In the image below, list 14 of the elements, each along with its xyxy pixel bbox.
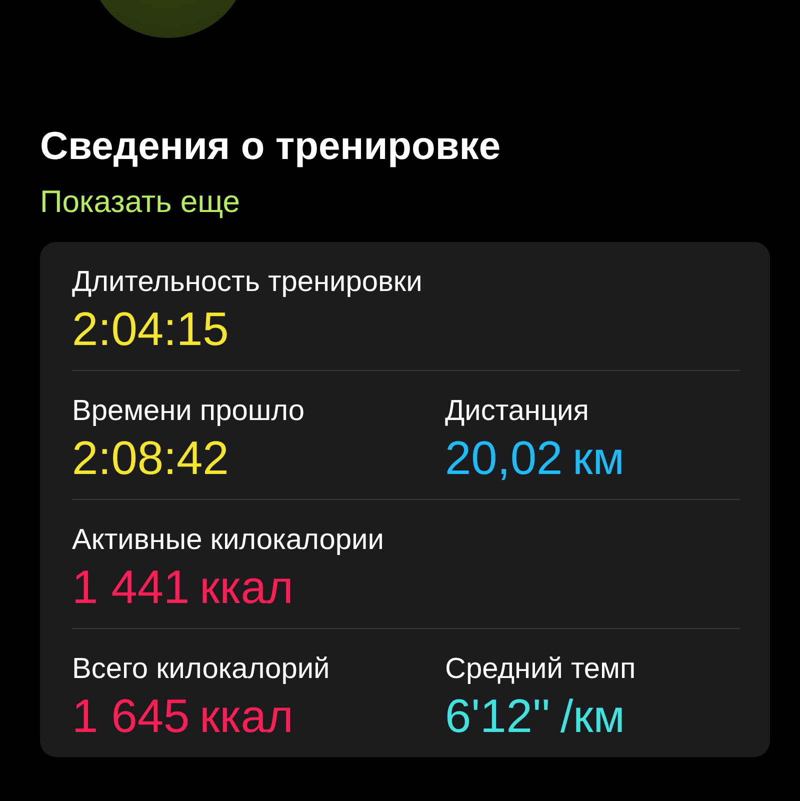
metric-value: 1 645 ккал bbox=[72, 688, 294, 744]
metric-value: 6'12'' /км bbox=[445, 688, 626, 744]
metric-value: 2:08:42 bbox=[72, 430, 230, 486]
metric-label: Средний темп bbox=[445, 652, 637, 687]
metric-value: 1 441 ккал bbox=[72, 559, 294, 615]
metric-value: 20,02 км bbox=[445, 430, 626, 486]
section-title: Сведения о тренировке bbox=[40, 124, 502, 170]
metric-label: Времени прошло bbox=[72, 394, 306, 429]
metric-label: Всего килокалорий bbox=[72, 652, 331, 687]
show-more-link[interactable]: Показать еще bbox=[40, 182, 240, 222]
metric-label: Длительность тренировки bbox=[72, 265, 424, 300]
metric-value: 2:04:15 bbox=[72, 301, 230, 357]
metric-label: Активные килокалории bbox=[72, 523, 385, 558]
metric-label: Дистанция bbox=[445, 394, 590, 429]
